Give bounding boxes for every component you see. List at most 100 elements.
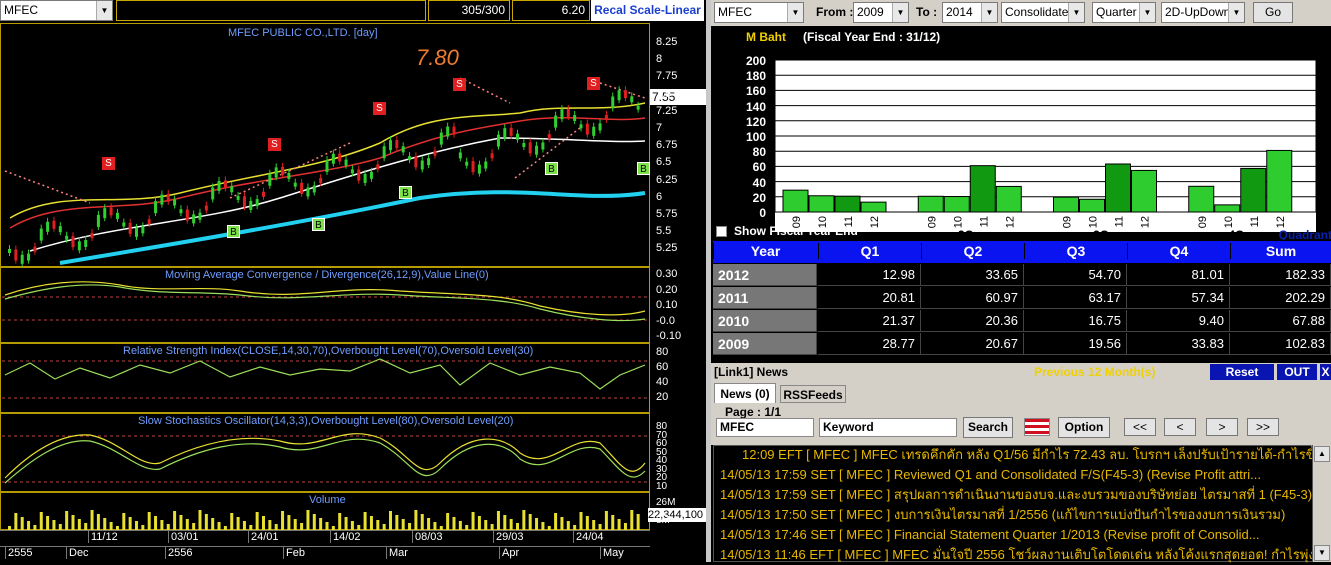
news-symbol-input[interactable]: MFEC [716, 418, 814, 437]
to-label: To : [916, 5, 938, 19]
buy-signal: B [399, 186, 412, 199]
go-button[interactable]: Go [1253, 2, 1293, 23]
tab-rssfeeds[interactable]: RSSFeeds [780, 385, 846, 403]
period-select[interactable]: Quarter ▼ [1092, 2, 1156, 23]
fin-y-tick: 60 [752, 160, 766, 175]
rsi-tick: 60 [656, 361, 669, 373]
volume-bar [617, 519, 621, 530]
price-tick: 8.25 [656, 36, 678, 48]
volume-bar [420, 514, 424, 530]
to-select[interactable]: 2014 ▼ [942, 2, 998, 23]
fin-year-cell: 2011 [713, 287, 817, 309]
fin-value-cell: 20.81 [818, 287, 921, 309]
volume-bar [344, 517, 348, 530]
news-item[interactable]: 14/05/13 17:50 SET [ MFEC ] งบการเงินไตร… [720, 505, 1312, 525]
volume-bar [522, 510, 526, 530]
prev-page-button[interactable]: < [1164, 418, 1196, 436]
sell-signal: S [373, 102, 386, 115]
volume-bar [135, 521, 138, 530]
bars-count: 305/300 [428, 0, 510, 21]
tab-news[interactable]: News (0) [714, 383, 776, 403]
next-page-button[interactable]: > [1206, 418, 1238, 436]
fin-x-label: 11 [1249, 216, 1261, 227]
fin-value-cell: 54.70 [1024, 264, 1127, 286]
fin-value-cell: 9.40 [1127, 310, 1230, 332]
fin-col-header: Q4 [1127, 243, 1230, 259]
news-item[interactable]: 14/05/13 17:59 SET [ MFEC ] สรุปผลการดำเ… [720, 485, 1312, 505]
fin-bar [995, 185, 1022, 213]
price-tick: 8 [656, 53, 663, 66]
month-tick: Feb [283, 547, 305, 559]
fin-symbol-select[interactable]: MFEC ▼ [714, 2, 804, 23]
show-fy-checkbox[interactable] [716, 226, 727, 237]
thai-flag-icon[interactable] [1024, 418, 1050, 436]
fin-x-label: 12 [1275, 216, 1287, 228]
volume-bar [65, 511, 69, 530]
last-page-button[interactable]: >> [1247, 418, 1279, 436]
first-page-button[interactable]: << [1124, 418, 1156, 436]
month-tick: Dec [66, 547, 89, 559]
fin-y-tick: 140 [745, 99, 766, 114]
fin-y-tick: 180 [745, 69, 766, 84]
fin-col-header: Q1 [818, 243, 921, 259]
volume-bar [300, 523, 304, 530]
price-tick: 5.5 [656, 225, 672, 238]
option-button[interactable]: Option [1058, 417, 1110, 438]
rsi-tick: 80 [656, 346, 669, 358]
volume-bar [230, 513, 234, 530]
fin-bar [1105, 163, 1131, 213]
reset-button[interactable]: Reset [1210, 364, 1274, 380]
fin-symbol-value: MFEC [718, 5, 752, 19]
keyword-input[interactable]: Keyword [819, 418, 957, 437]
volume-bar [211, 518, 215, 530]
page-label: Page : 1/1 [725, 405, 782, 419]
volume-bar [27, 521, 31, 530]
quadrant-label: Quadrant [1279, 228, 1331, 240]
fin-y-tick: 40 [752, 175, 766, 190]
fin-value-cell: 63.17 [1024, 287, 1127, 309]
news-item[interactable]: 14/05/13 17:46 SET [ MFEC ] Financial St… [720, 525, 1312, 545]
volume-bar [579, 512, 583, 530]
news-item[interactable]: 14/05/13 17:59 SET [ MFEC ] Reviewed Q1 … [720, 465, 1312, 485]
recal-scale-button[interactable]: Recal Scale-Linear [591, 0, 704, 21]
price-tick: 6 [656, 190, 663, 203]
macd-tick: 0.10 [656, 299, 678, 311]
month-tick: 2555 [5, 547, 32, 559]
fin-x-label: 09 [1062, 216, 1074, 228]
fin-value-cell: 102.83 [1230, 333, 1331, 355]
mode-select[interactable]: Consolidated ▼ [1001, 2, 1085, 23]
fin-bar [917, 195, 944, 213]
scroll-down-icon[interactable]: ▼ [1314, 545, 1330, 561]
volume-bar [103, 518, 107, 530]
search-button[interactable]: Search [963, 417, 1013, 438]
from-select[interactable]: 2009 ▼ [853, 2, 909, 23]
volume-title: Volume [309, 494, 346, 506]
close-icon[interactable]: X [1320, 364, 1331, 380]
volume-bar [592, 520, 596, 530]
date-tick: 11/12 [88, 531, 118, 543]
volume-bar [630, 510, 634, 530]
volume-bar [14, 513, 18, 530]
volume-bar [293, 519, 297, 530]
buy-signal: B [312, 218, 325, 231]
price-tick: 6.75 [656, 139, 678, 152]
volume-bar [325, 522, 329, 530]
fin-x-label: 10 [952, 216, 964, 228]
show-fy-label: Show Fiscal Year End [734, 224, 858, 238]
news-item[interactable]: 12:09 EFT [ MFEC ] MFEC เทรดคึกคัก หลัง … [742, 445, 1312, 465]
volume-bar [287, 515, 291, 530]
scroll-up-icon[interactable]: ▲ [1314, 446, 1330, 462]
view-select[interactable]: 2D-UpDown ▼ [1161, 2, 1245, 23]
from-value: 2009 [857, 5, 884, 19]
symbol-select[interactable]: MFEC ▼ [0, 0, 113, 21]
out-button[interactable]: OUT [1277, 364, 1317, 380]
month-axis [0, 546, 650, 562]
volume-bar [338, 513, 342, 530]
volume-bar [122, 513, 126, 530]
volume-bar [477, 516, 481, 530]
news-item[interactable]: 14/05/13 11:46 EFT [ MFEC ] MFEC มั่นใจป… [720, 545, 1312, 565]
volume-bar [77, 519, 81, 530]
volume-bar [452, 517, 456, 530]
volume-bar [560, 517, 564, 530]
high-label: 7.80 [416, 45, 459, 70]
